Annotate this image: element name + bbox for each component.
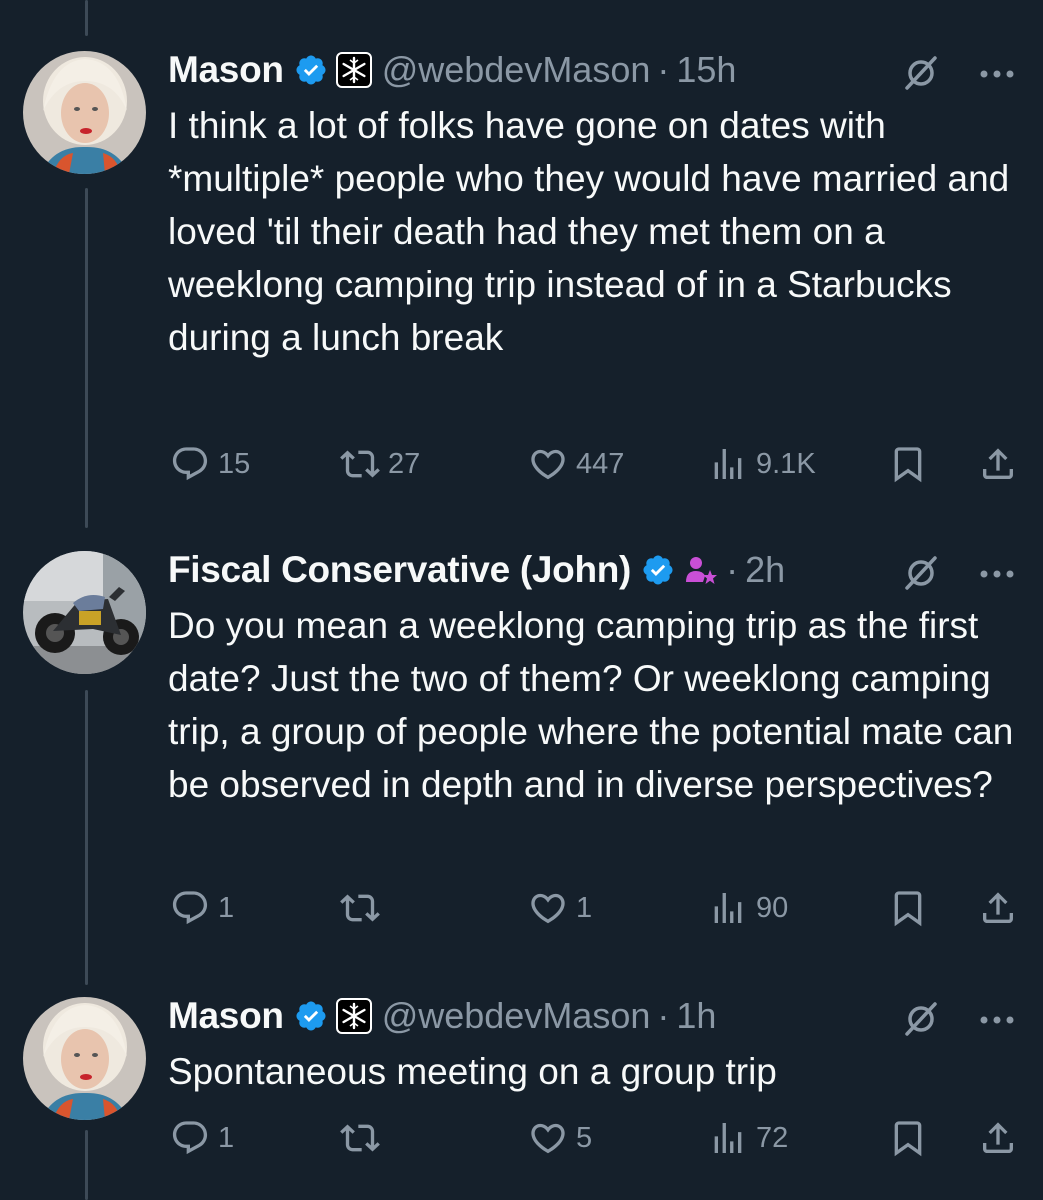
- bookmark-icon: [894, 447, 922, 483]
- reply-icon: [172, 1121, 208, 1155]
- share-icon: [983, 892, 1013, 923]
- views-button[interactable]: 90: [708, 888, 788, 928]
- display-name[interactable]: Mason: [168, 49, 284, 91]
- separator-dot: ·: [657, 49, 670, 90]
- views-button[interactable]: 72: [708, 1118, 788, 1158]
- bookmark-button[interactable]: [888, 888, 928, 928]
- views-count: 9.1K: [756, 447, 816, 480]
- avatar[interactable]: [23, 551, 146, 674]
- views-count: 90: [756, 891, 789, 924]
- like-icon: [531, 1123, 565, 1154]
- more-icon[interactable]: [979, 1012, 1015, 1030]
- subscriber-badge-icon[interactable]: [683, 552, 719, 588]
- action-bar: 15 27 447 9.1K: [168, 444, 1018, 484]
- tweet-text: Do you mean a weeklong camping trip as t…: [168, 605, 1014, 805]
- affiliate-badge-icon[interactable]: [335, 998, 372, 1034]
- tweet-header: Mason @webdevMason · 1h: [168, 994, 716, 1038]
- tweet-header: Fiscal Conservative (John) · 2h: [168, 548, 785, 592]
- share-button[interactable]: [978, 1118, 1018, 1158]
- share-button[interactable]: [978, 444, 1018, 484]
- more-icon[interactable]: [979, 66, 1015, 84]
- thread-line-top: [85, 0, 88, 36]
- display-name[interactable]: Fiscal Conservative (John): [168, 549, 631, 591]
- grok-icon[interactable]: [901, 52, 941, 97]
- separator-dot: ·: [726, 549, 739, 590]
- header-icons: [901, 552, 1015, 597]
- like-count: 1: [576, 891, 593, 924]
- views-count: 72: [756, 1121, 789, 1154]
- grok-icon[interactable]: [901, 552, 941, 597]
- display-name[interactable]: Mason: [168, 995, 284, 1037]
- reply-button[interactable]: 1: [170, 1118, 234, 1158]
- bookmark-icon: [894, 1121, 922, 1157]
- header-icons: [901, 52, 1015, 97]
- bookmark-button[interactable]: [888, 444, 928, 484]
- share-icon: [983, 448, 1013, 479]
- like-button[interactable]: 447: [528, 444, 624, 484]
- action-bar: 1 5 72: [168, 1118, 1018, 1158]
- retweet-icon: [340, 894, 380, 922]
- timestamp[interactable]: 1h: [676, 995, 716, 1037]
- verified-badge-icon: [641, 553, 675, 587]
- action-bar: 1 1 90: [168, 888, 1018, 928]
- retweet-button[interactable]: 27: [340, 444, 420, 484]
- retweet-button[interactable]: [340, 1118, 388, 1158]
- header-icons: [901, 998, 1015, 1043]
- like-button[interactable]: 5: [528, 1118, 592, 1158]
- retweet-button[interactable]: [340, 888, 388, 928]
- reply-icon: [172, 447, 208, 481]
- retweet-count: 27: [388, 447, 421, 480]
- tweet-3[interactable]: Mason @webdevMason · 1h Spontaneous meet…: [0, 994, 1043, 1194]
- avatar[interactable]: [23, 51, 146, 174]
- reply-icon: [172, 891, 208, 925]
- reply-count: 1: [218, 891, 235, 924]
- like-icon: [531, 449, 565, 480]
- separator-dot: ·: [657, 995, 670, 1036]
- reply-count: 15: [218, 447, 251, 480]
- share-button[interactable]: [978, 888, 1018, 928]
- views-icon: [714, 1123, 742, 1153]
- bookmark-icon: [894, 891, 922, 927]
- like-icon: [531, 893, 565, 924]
- more-icon[interactable]: [979, 566, 1015, 584]
- reply-count: 1: [218, 1121, 235, 1154]
- grok-icon[interactable]: [901, 998, 941, 1043]
- tweet-1[interactable]: Mason @webdevMason · 15h I think a lot o…: [0, 48, 1043, 498]
- like-count: 447: [576, 447, 625, 480]
- views-icon: [714, 893, 742, 923]
- tweet-text: I think a lot of folks have gone on date…: [168, 105, 1010, 358]
- tweet-2[interactable]: Fiscal Conservative (John) · 2h Do you m…: [0, 548, 1043, 948]
- reply-button[interactable]: 1: [170, 888, 234, 928]
- tweet-header: Mason @webdevMason · 15h: [168, 48, 736, 92]
- verified-badge-icon: [294, 999, 328, 1033]
- timestamp[interactable]: 2h: [745, 549, 785, 591]
- affiliate-badge-icon[interactable]: [335, 52, 372, 88]
- avatar[interactable]: [23, 997, 146, 1120]
- bookmark-button[interactable]: [888, 1118, 928, 1158]
- timestamp[interactable]: 15h: [676, 49, 736, 91]
- reply-button[interactable]: 15: [170, 444, 250, 484]
- user-handle[interactable]: @webdevMason: [382, 49, 651, 91]
- tweet-text: Spontaneous meeting on a group trip: [168, 1051, 777, 1092]
- views-button[interactable]: 9.1K: [708, 444, 816, 484]
- share-icon: [983, 1122, 1013, 1153]
- views-icon: [714, 449, 742, 479]
- like-button[interactable]: 1: [528, 888, 592, 928]
- like-count: 5: [576, 1121, 593, 1154]
- verified-badge-icon: [294, 53, 328, 87]
- user-handle[interactable]: @webdevMason: [382, 995, 651, 1037]
- retweet-icon: [340, 1124, 380, 1152]
- retweet-icon: [340, 450, 380, 478]
